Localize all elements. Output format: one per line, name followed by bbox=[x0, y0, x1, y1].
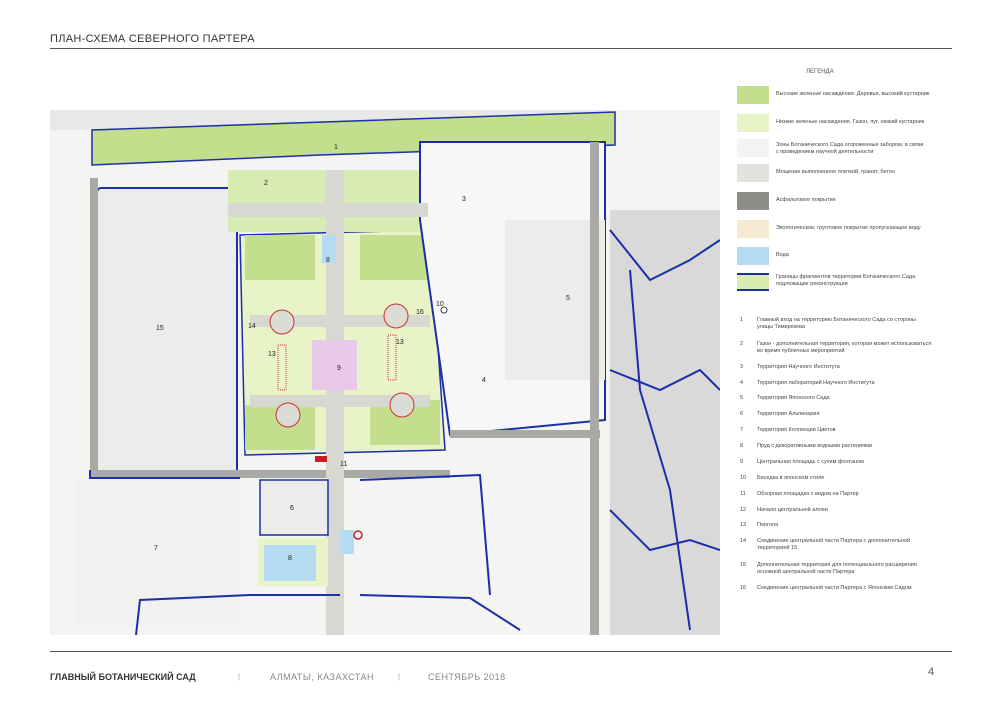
map-label-10: 10 bbox=[436, 301, 444, 308]
footer-rule bbox=[50, 651, 952, 652]
legend-label-boundary: Границы фрагментов территории Ботаническ… bbox=[776, 274, 916, 287]
map-surrounding-east bbox=[610, 210, 720, 635]
page-number: 4 bbox=[928, 666, 935, 678]
map-road-west bbox=[90, 178, 98, 478]
map-plaza-sw bbox=[275, 402, 301, 428]
map-zone-6 bbox=[259, 479, 329, 536]
legend-label-water: Вода bbox=[776, 252, 789, 258]
legend-swatch-low-green bbox=[737, 114, 769, 132]
map-plaza-ne bbox=[383, 303, 409, 329]
footer-separator: | bbox=[398, 672, 401, 681]
map-label-13a: 13 bbox=[268, 351, 276, 358]
map-label-15: 15 bbox=[156, 325, 164, 332]
footer-city: АЛМАТЫ, КАЗАХСТАН bbox=[270, 672, 375, 682]
map-label-1: 1 bbox=[334, 144, 338, 151]
map-central-square bbox=[312, 340, 357, 390]
map-label-9: 9 bbox=[337, 365, 341, 372]
map-label-8a: 8 bbox=[326, 257, 330, 264]
site-plan-map: 1 2 3 4 5 6 7 8 8 9 10 11 13 13 14 15 16 bbox=[50, 70, 720, 635]
map-zone-7 bbox=[75, 480, 240, 625]
map-label-8b: 8 bbox=[288, 555, 292, 562]
map-label-13b: 13 bbox=[396, 339, 404, 346]
footer-date: СЕНТЯБРЬ 2018 bbox=[428, 672, 506, 682]
header-rule bbox=[50, 48, 952, 49]
map-label-4: 4 bbox=[482, 377, 486, 384]
legend-title: ЛЕГЕНДА bbox=[806, 69, 834, 75]
legend-swatch-paving bbox=[737, 164, 769, 182]
map-label-2: 2 bbox=[264, 180, 268, 187]
legend-swatch-boundary bbox=[737, 273, 769, 291]
footer-separator: | bbox=[238, 672, 241, 681]
map-pond-south bbox=[264, 545, 316, 581]
legend-label-fenced: Зоны Ботанического Сада огороженные забо… bbox=[776, 142, 924, 155]
legend-swatch-fenced bbox=[737, 139, 769, 157]
map-label-5: 5 bbox=[566, 295, 570, 302]
map-label-6: 6 bbox=[290, 505, 294, 512]
map-plaza-se bbox=[389, 392, 415, 418]
map-label-16: 16 bbox=[416, 309, 424, 316]
legend-label-paving: Мощение выполненное плиткой, гранит, бет… bbox=[776, 169, 895, 175]
legend-label-high-green: Высокие зеленые насаждения. Деревья, выс… bbox=[776, 91, 930, 97]
map-zone-15 bbox=[96, 187, 238, 479]
map-label-14: 14 bbox=[248, 323, 256, 330]
page-title: ПЛАН-СХЕМА СЕВЕРНОГО ПАРТЕРА bbox=[50, 33, 255, 45]
map-label-7: 7 bbox=[154, 545, 158, 552]
legend-swatch-eco bbox=[737, 220, 769, 238]
legend-label-asphalt: Асфальтовое покрытие bbox=[776, 197, 836, 203]
map-label-3: 3 bbox=[462, 196, 466, 203]
legend-label-eco: Экологическое, грунтовое покрытие пропус… bbox=[776, 225, 921, 231]
legend-swatch-high-green bbox=[737, 86, 769, 104]
footer-org: ГЛАВНЫЙ БОТАНИЧЕСКИЙ САД bbox=[50, 672, 196, 682]
map-label-11: 11 bbox=[340, 461, 347, 468]
legend-swatch-water bbox=[737, 247, 769, 265]
legend-swatch-asphalt bbox=[737, 192, 769, 210]
legend-label-low-green: Низкие зеленые насаждения. Газон, луг, н… bbox=[776, 119, 925, 125]
map-plaza-nw bbox=[269, 309, 295, 335]
